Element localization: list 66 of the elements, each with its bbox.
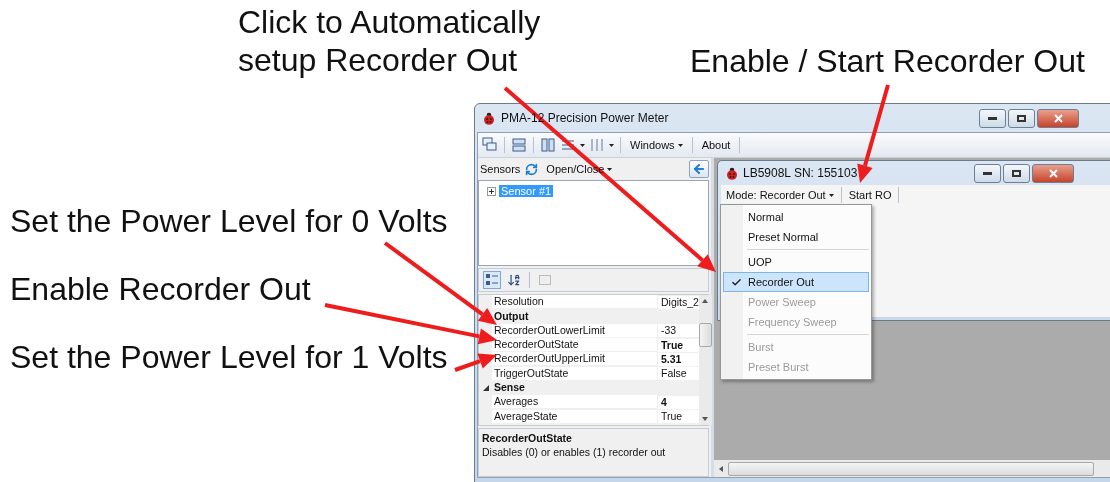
property-name[interactable]: AverageState — [492, 409, 657, 424]
categorized-view-button[interactable] — [483, 271, 501, 289]
check-icon — [730, 276, 742, 288]
description-title: RecorderOutState — [482, 432, 573, 444]
expand-icon[interactable] — [487, 186, 496, 196]
property-name[interactable]: TriggerOutState — [492, 366, 657, 381]
caret-icon — [609, 143, 614, 147]
cascade-windows-icon[interactable] — [482, 137, 498, 153]
menu-button[interactable]: Windows — [627, 138, 686, 152]
close-icon — [1053, 113, 1063, 123]
property-value[interactable]: -33 — [657, 324, 699, 338]
maximize-button[interactable] — [1008, 108, 1035, 128]
property-value[interactable]: 5.31 — [657, 352, 699, 366]
caret-icon — [677, 143, 683, 147]
annotation-text: Enable / Start Recorder Out — [690, 42, 1085, 80]
maximize-icon — [1017, 114, 1026, 122]
annotation-text: Click to Automatically setup Recorder Out — [238, 3, 541, 79]
minimize-icon — [983, 171, 992, 175]
collapse-panel-button[interactable] — [689, 160, 709, 178]
property-name[interactable]: Resolution — [492, 295, 657, 310]
minimize-icon — [988, 116, 997, 120]
property-name[interactable]: RecorderOutUpperLimit — [492, 352, 657, 367]
menu-item[interactable]: Recorder Out — [723, 272, 869, 292]
maximize-icon — [1012, 169, 1021, 177]
annotation-text: Enable Recorder Out — [10, 270, 311, 308]
scroll-left-icon[interactable] — [718, 465, 724, 472]
caret-icon — [607, 167, 613, 171]
layout-icon[interactable] — [560, 137, 576, 153]
ladybug-icon — [483, 111, 495, 125]
start-ro-button[interactable]: Start RO — [845, 188, 895, 202]
menu-button[interactable]: About — [698, 138, 734, 152]
menu-item[interactable]: Normal — [723, 207, 869, 227]
caret-icon — [580, 143, 585, 147]
category-label: Output — [493, 309, 529, 323]
property-value[interactable]: True — [657, 410, 699, 423]
annotation-text: Set the Power Level for 0 Volts — [10, 202, 448, 240]
minimize-button[interactable] — [979, 108, 1006, 128]
tile-vertical-icon[interactable] — [540, 137, 556, 153]
property-value[interactable]: True — [657, 338, 699, 352]
property-name[interactable]: Averages — [492, 395, 657, 410]
maximize-button[interactable] — [1003, 163, 1030, 183]
refresh-icon[interactable] — [525, 162, 539, 176]
scroll-up-icon[interactable] — [702, 298, 709, 304]
minimize-button[interactable] — [974, 163, 1001, 183]
category-label: Sense — [493, 381, 525, 395]
ladybug-icon — [726, 166, 738, 180]
close-button[interactable] — [1037, 108, 1079, 128]
close-icon — [1048, 168, 1058, 178]
sensors-label: Sensors — [480, 163, 521, 175]
close-button[interactable] — [1032, 163, 1074, 183]
collapse-icon[interactable] — [482, 384, 489, 391]
property-value[interactable]: 4 — [657, 395, 699, 409]
property-name[interactable]: RecorderOutLowerLimit — [492, 323, 657, 338]
property-name[interactable]: RecorderOutState — [492, 338, 657, 353]
mode-dropdown[interactable]: Mode: Recorder Out — [723, 188, 837, 202]
menu-item[interactable]: Preset Normal — [723, 227, 869, 247]
property-value[interactable]: False — [657, 367, 699, 381]
child-window-title: LB5908L SN: 155103 — [743, 166, 858, 180]
property-value[interactable]: Digits_2 — [657, 295, 699, 309]
annotation-text: Set the Power Level for 1 Volts — [10, 338, 448, 376]
description-text: Disables (0) or enables (1) recorder out — [482, 446, 667, 458]
caret-icon — [828, 193, 834, 197]
scrollbar-thumb[interactable] — [728, 461, 1094, 476]
scroll-down-icon[interactable] — [702, 416, 709, 422]
menu-item[interactable]: UOP — [723, 252, 869, 272]
tile-horizontal-icon[interactable] — [511, 137, 527, 153]
